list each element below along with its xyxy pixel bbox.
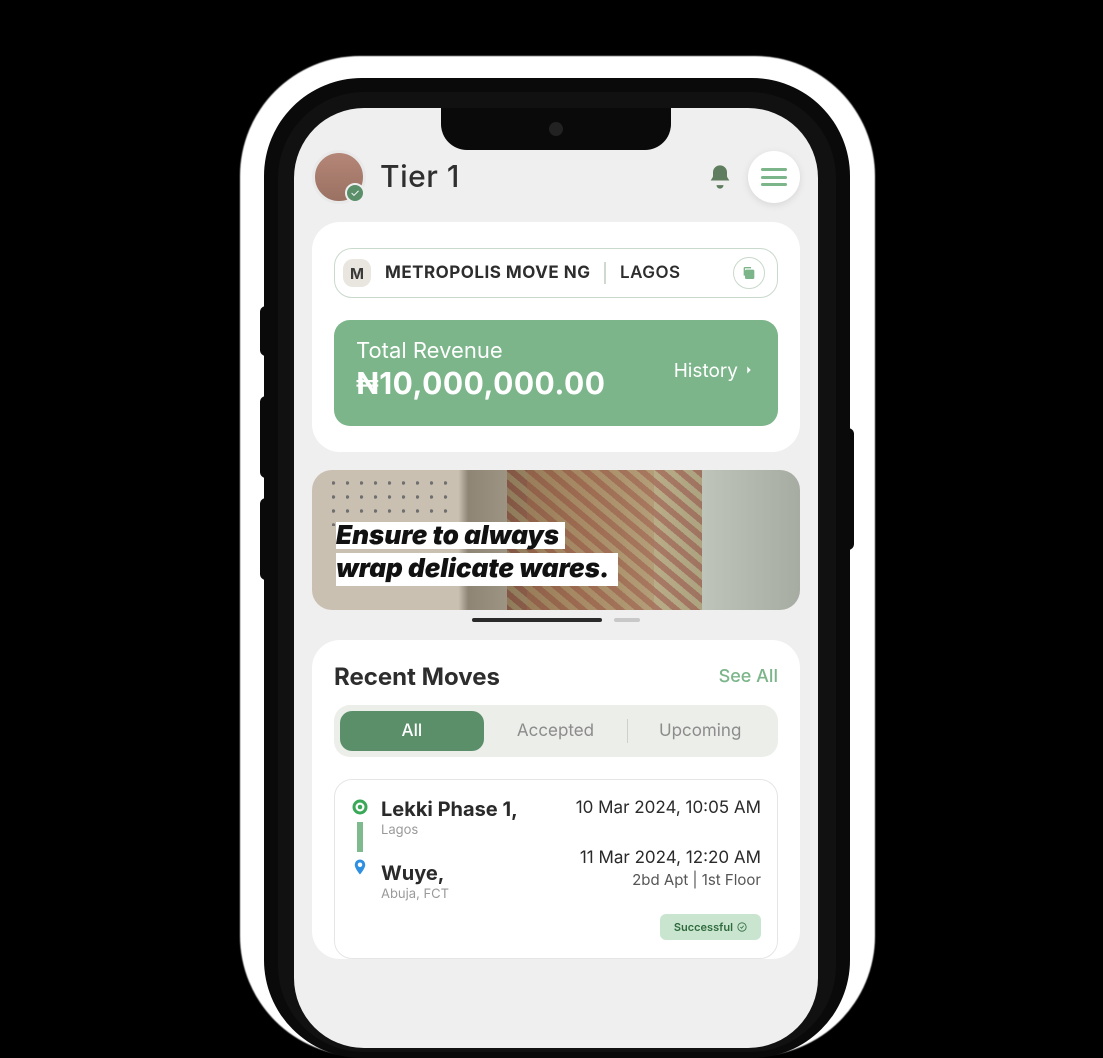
status-label: Successful [674,920,733,934]
move-origin: Lekki Phase 1, Lagos Wuye, Abuja, FCT [351,798,518,902]
revenue-left: Total Revenue ₦10,000,000.00 [356,338,606,402]
carousel-dots [312,618,800,622]
dest-datetime: 11 Mar 2024, 12:20 AM [576,848,761,868]
recent-header: Recent Moves See All [334,662,778,691]
carousel-dot-2[interactable] [614,618,640,622]
tab-accepted[interactable]: Accepted [484,711,628,751]
verified-check-icon: ✓ [345,183,365,203]
recent-moves-card: Recent Moves See All All Accepted Upcomi… [312,640,800,959]
banner-decor [332,476,452,526]
origin-datetime: 10 Mar 2024, 10:05 AM [576,798,761,818]
check-circle-icon [737,922,747,932]
divider [604,262,606,284]
move-origin-row: Lekki Phase 1, Lagos Wuye, Abuja, FCT 10… [351,798,761,902]
recent-title: Recent Moves [334,662,500,691]
route-line [357,822,363,852]
phone-screen: ✓ Tier 1 M METROPOLIS MOVE NG LAGOS [294,108,818,1048]
phone-button-silence [260,306,266,356]
origin-city: Lagos [381,822,518,838]
origin-area: Lekki Phase 1, [381,798,518,820]
origin-pin-icon [351,798,369,816]
history-label: History [674,359,738,382]
bell-icon [706,163,734,191]
company-name: METROPOLIS MOVE NG [385,263,590,283]
tier-label: Tier 1 [380,159,460,195]
move-dates: 10 Mar 2024, 10:05 AM 11 Mar 2024, 12:20… [576,798,761,889]
copy-icon [741,265,757,281]
revenue-box: Total Revenue ₦10,000,000.00 History [334,320,778,426]
phone-button-vol-up [260,396,266,478]
status-row: Successful [351,914,761,940]
company-initial-badge: M [343,259,371,287]
avatar[interactable]: ✓ [312,150,366,204]
move-card[interactable]: Lekki Phase 1, Lagos Wuye, Abuja, FCT 10… [334,779,778,959]
notifications-button[interactable] [706,163,734,191]
company-chip: M METROPOLIS MOVE NG LAGOS [334,248,778,298]
banner-wrap: Ensure to always wrap delicate wares. [312,470,800,622]
carousel-dot-1[interactable] [472,618,602,622]
dest-meta: 2bd Apt | 1st Floor [576,870,761,889]
status-badge: Successful [660,914,761,940]
revenue-amount: ₦10,000,000.00 [356,366,606,402]
tab-upcoming[interactable]: Upcoming [628,711,772,751]
banner-line-2: wrap delicate wares. [336,553,618,586]
app-header: ✓ Tier 1 [312,150,800,204]
summary-card: M METROPOLIS MOVE NG LAGOS Total Revenue… [312,222,800,452]
tip-banner[interactable]: Ensure to always wrap delicate wares. [312,470,800,610]
menu-button[interactable] [748,151,800,203]
header-right [706,151,800,203]
copy-button[interactable] [733,257,765,289]
app-content: ✓ Tier 1 M METROPOLIS MOVE NG LAGOS [294,108,818,959]
dest-text: Wuye, Abuja, FCT [381,862,518,902]
hamburger-icon [761,168,787,186]
phone-button-power [848,428,854,550]
header-left: ✓ Tier 1 [312,150,460,204]
origin-text: Lekki Phase 1, Lagos [381,798,518,838]
chevron-right-icon [742,363,756,377]
dest-area: Wuye, [381,862,518,884]
tab-all[interactable]: All [340,711,484,751]
history-button[interactable]: History [674,338,756,402]
route-timeline [351,798,369,876]
see-all-link[interactable]: See All [719,666,778,687]
phone-button-vol-down [260,498,266,580]
dest-city: Abuja, FCT [381,886,518,902]
dest-pin-icon [351,858,369,876]
phone-notch [441,108,671,150]
banner-text: Ensure to always wrap delicate wares. [336,522,618,586]
banner-line-1: Ensure to always [336,522,565,549]
company-city: LAGOS [620,263,681,283]
revenue-label: Total Revenue [356,338,606,364]
moves-filter-tabs: All Accepted Upcoming [334,705,778,757]
